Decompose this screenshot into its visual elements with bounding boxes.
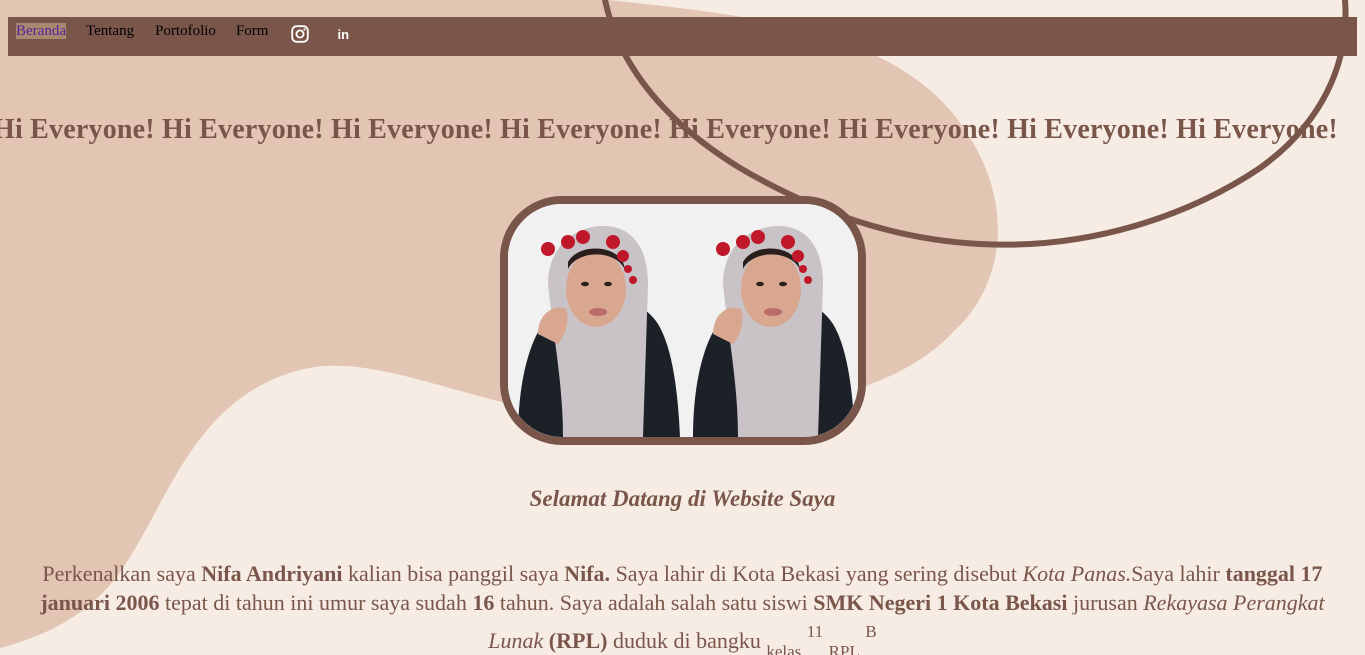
intro-paragraph: Perkenalkan saya Nifa Andriyani kalian b…: [20, 559, 1345, 655]
intro-text: tepat di tahun ini umur saya sudah: [159, 590, 473, 615]
welcome-heading: Selamat Datang di Website Saya: [529, 486, 836, 511]
nav-link-beranda[interactable]: Beranda: [16, 23, 66, 39]
navbar: Beranda Tentang Portofolio Form in: [8, 17, 1357, 56]
nav-link-form[interactable]: Form: [236, 23, 269, 39]
intro-age: 16: [472, 590, 495, 615]
intro-class-section: B: [865, 622, 877, 641]
intro-name: Nifa Andriyani: [201, 561, 343, 586]
nav-link-tentang[interactable]: Tentang: [86, 23, 134, 39]
intro-text: kalian bisa panggil saya: [342, 561, 565, 586]
intro-text: Saya lahir: [1131, 561, 1226, 586]
portrait-left: [508, 204, 683, 437]
intro-class-grade: 11: [806, 622, 824, 641]
intro-major-abbr: (RPL): [548, 628, 608, 653]
intro-text: tahun. Saya adalah salah satu siswi: [494, 590, 814, 615]
intro-class-label: kelas: [766, 642, 802, 655]
intro-text: jurusan: [1067, 590, 1144, 615]
linkedin-icon[interactable]: in: [337, 27, 351, 42]
profile-photo-frame: [500, 196, 866, 445]
intro-school: SMK Negeri 1 Kota Bekasi: [813, 590, 1068, 615]
greeting-marquee-text: Hi Everyone! Hi Everyone! Hi Everyone! H…: [0, 114, 1338, 145]
portrait-right: [683, 204, 858, 437]
intro-text: Saya lahir di Kota Bekasi yang sering di…: [610, 561, 1023, 586]
intro-class-major: RPL: [828, 642, 860, 655]
intro-text: Perkenalkan saya: [42, 561, 202, 586]
profile-photo: [508, 204, 858, 437]
intro-nickname: Nifa.: [564, 561, 611, 586]
nav-link-portofolio[interactable]: Portofolio: [155, 23, 216, 39]
linkedin-glyph: in: [338, 27, 350, 41]
intro-text: duduk di bangku: [607, 628, 767, 653]
greeting-marquee: Hi Everyone! Hi Everyone! Hi Everyone! H…: [0, 114, 1365, 154]
intro-city-nickname: Kota Panas.: [1022, 561, 1132, 586]
instagram-icon[interactable]: [291, 25, 310, 43]
